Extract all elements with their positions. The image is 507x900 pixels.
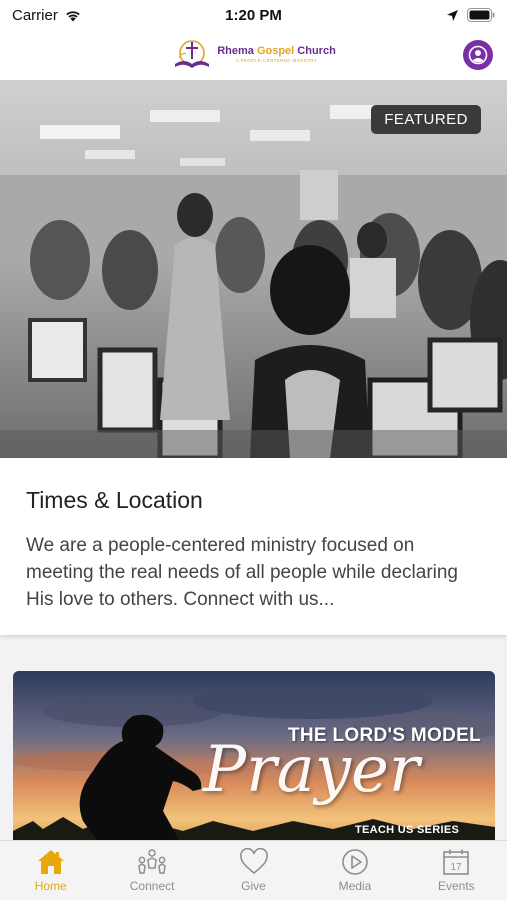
people-icon bbox=[138, 849, 166, 874]
app-header: Rhema Gospel Church A PEOPLE-CENTERED MI… bbox=[0, 30, 507, 80]
congregation-photo bbox=[0, 80, 507, 458]
tab-events-label: Events bbox=[437, 879, 475, 893]
location-arrow-icon bbox=[447, 9, 458, 21]
featured-badge: FEATURED bbox=[371, 105, 481, 134]
prayer-script-title: Prayer bbox=[203, 733, 420, 807]
church-logo[interactable]: Rhema Gospel Church A PEOPLE-CENTERED MI… bbox=[171, 38, 336, 72]
status-left: Carrier bbox=[12, 7, 82, 24]
status-right bbox=[446, 8, 495, 22]
church-emblem-icon bbox=[175, 40, 210, 68]
tab-bar: Home Connect Give Media 17 Events bbox=[0, 840, 507, 900]
calendar-icon: 17 bbox=[443, 849, 470, 875]
svg-text:17: 17 bbox=[451, 862, 463, 873]
tab-home[interactable]: Home bbox=[0, 841, 101, 900]
tab-give[interactable]: Give bbox=[203, 841, 304, 900]
logo-text: Rhema Gospel Church A PEOPLE-CENTERED MI… bbox=[217, 46, 336, 64]
wifi-icon bbox=[66, 10, 80, 21]
app-screen: Carrier 1:20 PM Rhema Gospel Church A PE… bbox=[0, 0, 507, 900]
featured-card[interactable]: FEATURED Times & Location We are a peopl… bbox=[0, 80, 507, 635]
tab-give-label: Give bbox=[241, 879, 266, 893]
tab-media-label: Media bbox=[338, 879, 372, 893]
play-icon bbox=[342, 849, 368, 875]
profile-button[interactable] bbox=[463, 40, 493, 70]
featured-image: FEATURED bbox=[0, 80, 507, 458]
battery-icon bbox=[467, 8, 495, 22]
tab-connect-label: Connect bbox=[129, 879, 175, 893]
card-title: Times & Location bbox=[26, 487, 203, 513]
tab-events[interactable]: 17 Events bbox=[406, 841, 507, 900]
prayer-series-card[interactable]: THE LORD'S MODEL Prayer TEACH US SERIES bbox=[13, 671, 495, 856]
card-description: We are a people-centered ministry focuse… bbox=[26, 535, 458, 610]
user-icon bbox=[468, 45, 488, 65]
tab-connect[interactable]: Connect bbox=[101, 841, 202, 900]
carrier-label: Carrier bbox=[12, 6, 58, 24]
status-bar: Carrier 1:20 PM bbox=[0, 0, 507, 30]
tab-media[interactable]: Media bbox=[304, 841, 405, 900]
home-icon bbox=[37, 850, 64, 874]
prayer-series-label: TEACH US SERIES bbox=[355, 824, 460, 836]
tab-home-label: Home bbox=[34, 879, 67, 893]
logo-tagline: A PEOPLE-CENTERED MINISTRY bbox=[235, 58, 318, 64]
logo-name: Rhema Gospel Church bbox=[217, 45, 336, 58]
heart-icon bbox=[239, 848, 268, 875]
